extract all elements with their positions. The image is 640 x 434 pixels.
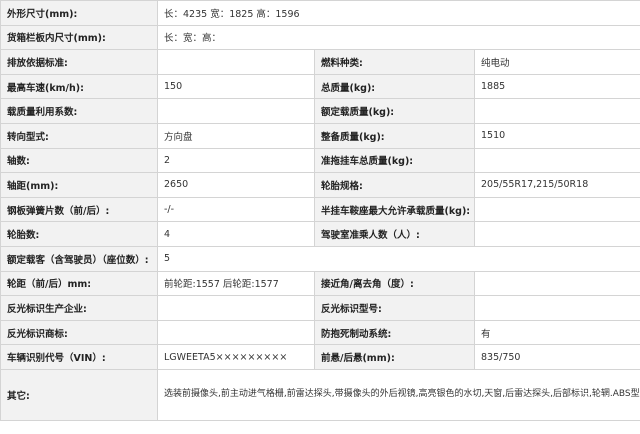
value-reflector-model	[473, 295, 640, 321]
label-wheelbase: 轴距(mm):	[0, 172, 158, 198]
value-abs: 有	[473, 319, 640, 346]
value-rated-load	[473, 98, 640, 124]
value-track-width: 前轮距:1557 后轮距:1577	[157, 270, 315, 297]
label-emission-standard: 排放依据标准:	[0, 49, 158, 75]
label-max-speed: 最高车速(km/h):	[0, 73, 158, 100]
value-wheelbase: 2650	[157, 172, 315, 198]
value-vin: LGWEETA5×××××××××	[157, 344, 315, 370]
label-approach-departure: 接近角/离去角（度）:	[314, 270, 475, 297]
value-reflector-brand	[157, 319, 315, 346]
row-vin-overhang: 车辆识别代号（VIN）: LGWEETA5××××××××× 前悬/后悬(mm)…	[0, 344, 640, 370]
value-total-mass: 1885	[473, 73, 640, 100]
value-cab-passengers	[473, 221, 640, 247]
value-tire-count: 4	[157, 221, 315, 247]
row-cargo-box-dimensions: 货箱栏板内尺寸(mm): 长：宽：高：	[0, 24, 640, 51]
row-leaf-springs: 钢板弹簧片数（前/后）: -/- 半挂车鞍座最大允许承载质量(kg):	[0, 196, 640, 223]
row-speed-mass: 最高车速(km/h): 150 总质量(kg): 1885	[0, 73, 640, 100]
label-total-mass: 总质量(kg):	[314, 73, 475, 100]
value-max-speed: 150	[157, 73, 315, 100]
label-curb-mass: 整备质量(kg):	[314, 122, 475, 149]
row-other: 其它: 选装前摄像头,前主动进气格栅,前雷达探头,带摄像头的外后视镜,高亮银色的…	[0, 368, 640, 421]
value-cargo-box-dimensions: 长：宽：高：	[156, 24, 640, 51]
row-axles-trailer: 轴数: 2 准拖挂车总质量(kg):	[0, 147, 640, 174]
label-steering-type: 转向型式:	[0, 122, 158, 149]
label-tire-count: 轮胎数:	[0, 221, 158, 247]
label-reflector-maker: 反光标识生产企业:	[0, 295, 158, 321]
row-emission-fuel: 排放依据标准: 燃料种类: 纯电动	[0, 49, 640, 75]
label-cab-passengers: 驾驶室准乘人数（人）:	[314, 221, 475, 247]
value-emission-standard	[157, 49, 315, 75]
value-approach-departure	[473, 270, 640, 297]
row-reflector-brand: 反光标识商标: 防抱死制动系统: 有	[0, 319, 640, 346]
row-reflector-maker: 反光标识生产企业: 反光标识型号:	[0, 295, 640, 321]
value-rated-seats: 5	[156, 245, 640, 272]
label-leaf-springs: 钢板弹簧片数（前/后）:	[0, 196, 158, 223]
value-reflector-maker	[157, 295, 315, 321]
label-overhang: 前悬/后悬(mm):	[314, 344, 475, 370]
vehicle-spec-table: 外形尺寸(mm): 长：4235 宽：1825 高：1596 货箱栏板内尺寸(m…	[0, 0, 640, 421]
value-load-coefficient	[157, 98, 315, 124]
label-reflector-model: 反光标识型号:	[314, 295, 475, 321]
label-rated-seats: 额定载客（含驾驶员）（座位数）:	[0, 245, 158, 272]
label-vin: 车辆识别代号（VIN）:	[0, 344, 158, 370]
row-track-angles: 轮距（前/后）mm: 前轮距:1557 后轮距:1577 接近角/离去角（度）:	[0, 270, 640, 297]
value-overhang: 835/750	[473, 344, 640, 370]
row-load-coefficient: 载质量利用系数: 额定载质量(kg):	[0, 98, 640, 124]
row-wheelbase-tires: 轴距(mm): 2650 轮胎规格: 205/55R17,215/50R18	[0, 172, 640, 198]
label-reflector-brand: 反光标识商标:	[0, 319, 158, 346]
row-dimensions: 外形尺寸(mm): 长：4235 宽：1825 高：1596	[0, 0, 640, 26]
label-abs: 防抱死制动系统:	[314, 319, 475, 346]
row-tire-count: 轮胎数: 4 驾驶室准乘人数（人）:	[0, 221, 640, 247]
value-saddle-load	[473, 196, 640, 223]
value-curb-mass: 1510	[473, 122, 640, 149]
label-cargo-box-dimensions: 货箱栏板内尺寸(mm):	[0, 24, 158, 51]
row-seats: 额定载客（含驾驶员）（座位数）: 5	[0, 245, 640, 272]
label-track-width: 轮距（前/后）mm:	[0, 270, 158, 297]
label-trailer-mass: 准拖挂车总质量(kg):	[314, 147, 475, 174]
value-other: 选装前摄像头,前主动进气格栅,前雷达探头,带摄像头的外后视镜,高亮银色的水切,天…	[156, 368, 640, 421]
row-steering-curb: 转向型式: 方向盘 整备质量(kg): 1510	[0, 122, 640, 149]
value-fuel-type: 纯电动	[473, 49, 640, 75]
label-rated-load: 额定载质量(kg):	[314, 98, 475, 124]
label-tire-spec: 轮胎规格:	[314, 172, 475, 198]
label-saddle-load: 半挂车鞍座最大允许承载质量(kg):	[314, 196, 475, 223]
value-trailer-mass	[473, 147, 640, 174]
label-axle-count: 轴数:	[0, 147, 158, 174]
label-load-coefficient: 载质量利用系数:	[0, 98, 158, 124]
label-other: 其它:	[0, 368, 158, 421]
label-fuel-type: 燃料种类:	[314, 49, 475, 75]
value-dimensions: 长：4235 宽：1825 高：1596	[156, 0, 640, 26]
value-leaf-springs: -/-	[157, 196, 315, 223]
label-dimensions: 外形尺寸(mm):	[0, 0, 158, 26]
value-tire-spec: 205/55R17,215/50R18	[473, 172, 640, 198]
value-axle-count: 2	[157, 147, 315, 174]
value-steering-type: 方向盘	[157, 122, 315, 149]
